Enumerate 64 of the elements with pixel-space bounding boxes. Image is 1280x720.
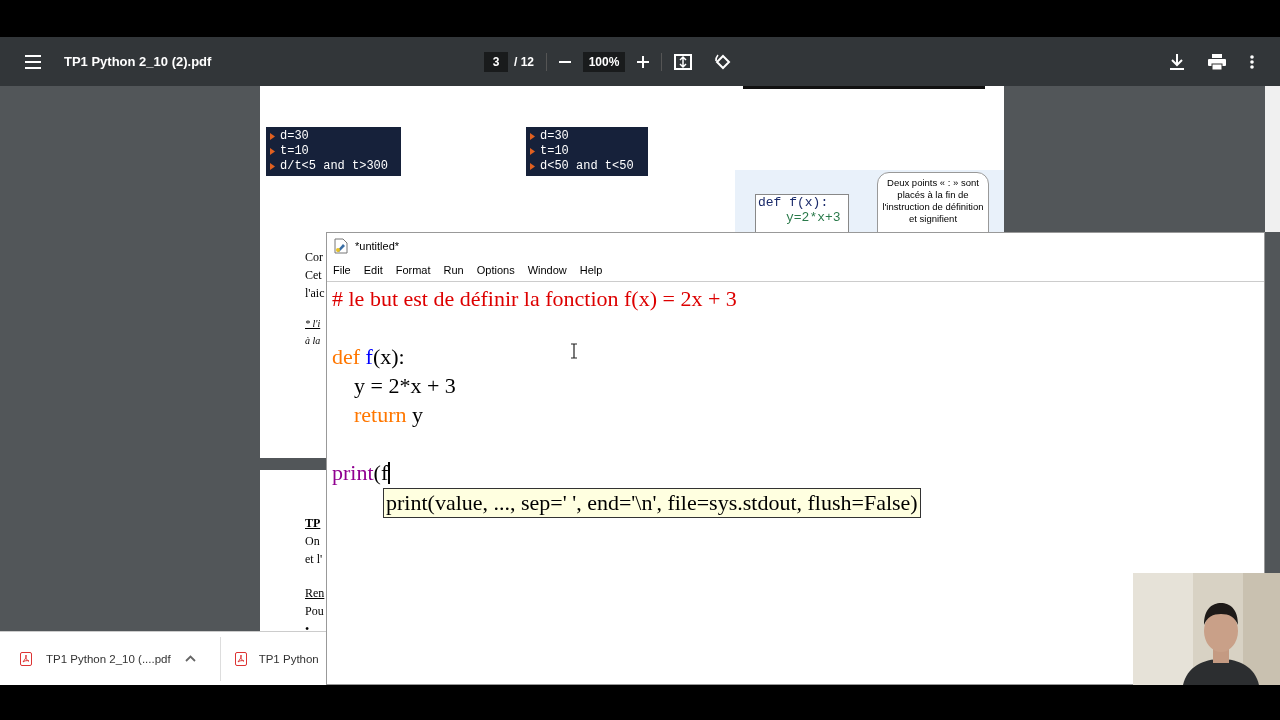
text-line: • (305, 621, 311, 638)
text-line: TP (305, 515, 322, 532)
scrollbar[interactable] (1265, 86, 1280, 232)
code-editor[interactable]: # le but est de définir la fonction f(x) = 2x + 3 def f(x): y = 2*x + 3 return y print(f print(value, ..., sep=' ', end='\n', file=sys.stdout, flush=False) (327, 282, 1264, 684)
prompt-icon (530, 133, 535, 140)
code-token: y (411, 401, 424, 429)
zoom-in-icon[interactable] (637, 55, 649, 68)
code-line: y=2*x+3 (785, 210, 842, 225)
window-title: *untitled* (355, 240, 400, 252)
menu-item[interactable]: Edit (363, 264, 383, 276)
prompt-icon (270, 148, 275, 155)
document-title: TP1 Python 2_10 (2).pdf (64, 54, 213, 69)
zoom-field[interactable]: 100% (583, 51, 625, 72)
menu-item[interactable]: Run (443, 264, 464, 276)
code-line: d<50 and t<50 (540, 159, 634, 174)
code-token: def (332, 343, 362, 371)
pdf-file-icon (20, 651, 32, 666)
text-line: Pou (305, 603, 325, 620)
code-line: t=10 (540, 144, 569, 159)
code-line: d=30 (280, 129, 309, 144)
print-icon[interactable] (1208, 53, 1226, 70)
code-line: def f(x): (757, 195, 830, 210)
download-file-name[interactable]: TP1 Python 2_10 (....pdf (46, 652, 171, 665)
menu-icon[interactable] (24, 54, 42, 69)
code-token: (x): (372, 343, 405, 371)
prompt-icon (270, 133, 275, 140)
python-file-icon (333, 238, 349, 254)
menu-item[interactable]: Format (395, 264, 431, 276)
text-line: et l' (305, 551, 324, 568)
code-line: d/t<5 and t>300 (280, 159, 389, 174)
text-line: à la (305, 334, 322, 348)
code-token: print (332, 459, 374, 487)
code-token: return (353, 401, 407, 429)
code-token: f (365, 343, 373, 371)
text-line: * l'i (305, 317, 322, 331)
text-line: l'aic (305, 285, 325, 302)
text-cursor (388, 461, 391, 484)
menu-item[interactable]: Help (579, 264, 603, 276)
page-count: / 12 (514, 54, 534, 69)
text-line: On (305, 533, 321, 550)
code-line: t=10 (280, 144, 309, 159)
calltip: print(value, ..., sep=' ', end='\n', file=sys.stdout, flush=False) (383, 488, 921, 518)
page-number-field[interactable]: 3 (484, 51, 508, 72)
code-token: (f (373, 459, 389, 487)
more-options-icon[interactable] (1250, 54, 1254, 69)
menu-item[interactable]: Window (527, 264, 567, 276)
code-line: d=30 (540, 129, 569, 144)
download-icon[interactable] (1170, 53, 1184, 70)
text-line: Ren (305, 585, 325, 602)
caret-icon[interactable] (184, 655, 196, 662)
fit-page-icon[interactable] (674, 53, 692, 70)
text-line: Cor (305, 249, 324, 266)
pdf-file-icon (234, 651, 247, 666)
code-token: # le but est de définir la fonction f(x) = 2x + 3 (332, 285, 737, 313)
code-token: y = 2*x + 3 (353, 372, 456, 400)
rotate-icon[interactable] (714, 52, 732, 71)
prompt-icon (270, 163, 275, 170)
menu-item[interactable]: File (333, 264, 351, 276)
text-line: Cet (305, 267, 323, 284)
menu-item[interactable]: Options (476, 264, 515, 276)
prompt-icon (530, 148, 535, 155)
download-file-name[interactable]: TP1 Python (258, 652, 319, 665)
prompt-icon (530, 163, 535, 170)
text-cursor-icon (570, 343, 578, 359)
